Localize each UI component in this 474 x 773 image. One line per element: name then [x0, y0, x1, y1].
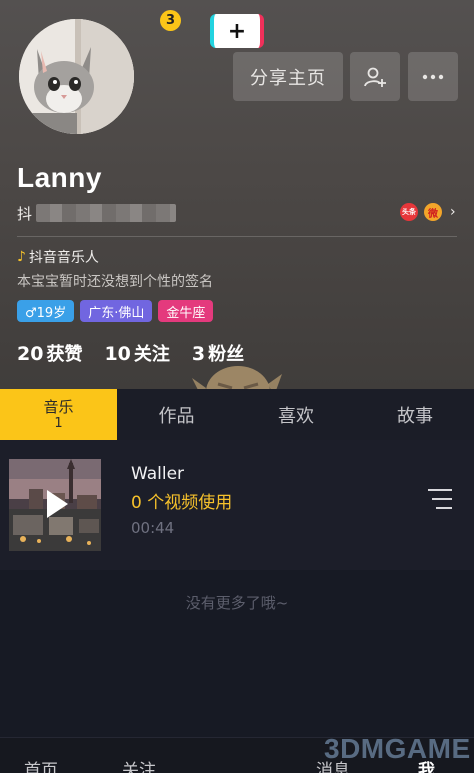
song-usage-count: 0 个视频使用 [131, 493, 233, 513]
tag-zodiac: 金牛座 [158, 300, 214, 322]
divider [17, 236, 457, 237]
watermark: 3DMGAME [280, 725, 471, 773]
douyin-id-prefix: 抖 [17, 204, 33, 223]
song-title[interactable]: Waller [131, 464, 184, 484]
more-button[interactable] [408, 52, 458, 101]
music-note-icon: ♪ [17, 249, 26, 265]
signature[interactable]: 本宝宝暂时还没想到个性的签名 [17, 271, 213, 291]
music-cover[interactable] [9, 459, 101, 551]
tag-gender-age: ♂19岁 [17, 300, 75, 322]
cat-avatar-image [19, 19, 134, 134]
musician-text: 抖音音乐人 [28, 250, 99, 266]
toutiao-icon[interactable]: 头条 [400, 203, 418, 221]
watermark-text: 3DMGAME [324, 733, 471, 764]
profile-header: 分享主页 Lanny 抖 头条 微 › ♪ 抖音音乐人 本宝宝暂时还没想到个性的… [0, 0, 474, 389]
stat-following[interactable]: 10 关注 [104, 340, 169, 366]
stat-likes[interactable]: 20 获赞 [17, 340, 82, 366]
douyin-id: 抖 [17, 203, 177, 223]
add-friend-button[interactable] [350, 52, 400, 101]
song-duration: 00:44 [131, 519, 175, 537]
chevron-right-icon[interactable]: › [450, 204, 456, 220]
create-button[interactable]: + [210, 14, 264, 48]
nav-follow[interactable]: 关注 [122, 756, 156, 773]
linked-accounts[interactable]: 头条 微 › [400, 203, 456, 221]
stat-following-num: 10 [104, 343, 131, 365]
douyin-id-redacted [36, 204, 177, 222]
profile-tabs: 音乐 1 作品 喜欢 故事 [0, 389, 474, 440]
more-icon [422, 74, 444, 79]
add-friend-icon [364, 67, 386, 87]
share-profile-button[interactable]: 分享主页 [233, 52, 343, 101]
list-item[interactable]: Waller 0 个视频使用 00:44 [0, 440, 474, 570]
tab-story[interactable]: 故事 [356, 389, 474, 440]
list-end-hint: 没有更多了哦~ [185, 594, 289, 612]
tag-location: 广东·佛山 [80, 300, 153, 322]
profile-name: Lanny [17, 162, 102, 193]
tab-works[interactable]: 作品 [117, 389, 236, 440]
avatar[interactable] [19, 19, 134, 134]
share-profile-label: 分享主页 [250, 67, 326, 89]
stat-likes-num: 20 [17, 343, 44, 365]
menu-list-icon[interactable] [426, 487, 454, 511]
tab-music-count: 1 [54, 415, 63, 431]
follow-badge: 3 [160, 10, 181, 31]
musician-label[interactable]: ♪ 抖音音乐人 [17, 247, 99, 267]
tab-music[interactable]: 音乐 1 [0, 389, 117, 440]
profile-tags: ♂19岁 广东·佛山 金牛座 [17, 300, 214, 322]
weibo-icon[interactable]: 微 [424, 203, 442, 221]
play-icon[interactable] [45, 489, 69, 519]
stat-likes-label: 获赞 [46, 344, 83, 365]
tab-likes[interactable]: 喜欢 [236, 389, 356, 440]
tab-music-label: 音乐 [43, 397, 74, 416]
stat-following-label: 关注 [133, 344, 170, 365]
nav-home[interactable]: 首页 [24, 756, 58, 773]
